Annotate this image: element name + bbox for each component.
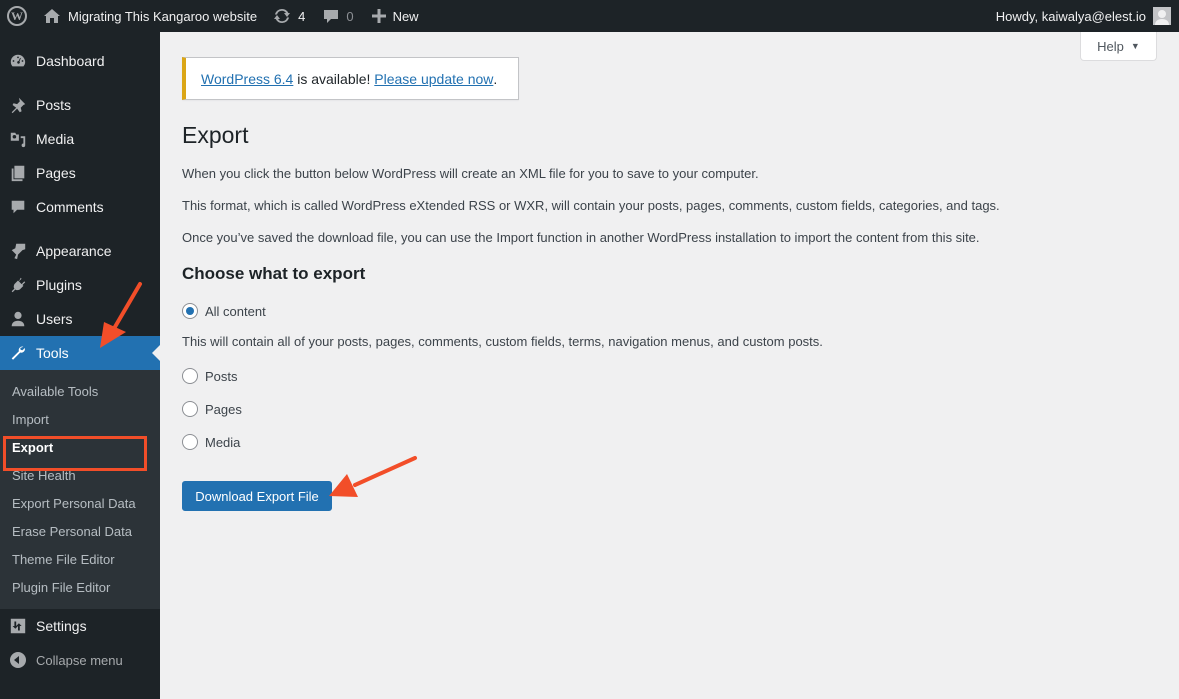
wordpress-logo-menu[interactable]: W (0, 0, 34, 32)
option-label: Posts (205, 368, 238, 384)
menu-label: Users (36, 311, 73, 327)
admin-bar: W Migrating This Kangaroo website 4 0 Ne… (0, 0, 1179, 32)
option-all-content[interactable]: All content (182, 303, 266, 319)
wordpress-logo-icon: W (7, 6, 27, 26)
menu-pages[interactable]: Pages (0, 156, 160, 190)
comments-count: 0 (346, 8, 354, 24)
avatar (1153, 7, 1171, 25)
comment-icon (0, 198, 36, 216)
menu-label: Settings (36, 618, 87, 634)
user-avatar-icon (1155, 10, 1169, 25)
help-label: Help (1097, 38, 1124, 54)
menu-settings[interactable]: Settings (0, 609, 160, 643)
dashboard-icon (0, 52, 36, 70)
notice-text: is available! (293, 70, 375, 87)
help-button[interactable]: Help ▼ (1080, 32, 1157, 61)
option-label: Pages (205, 401, 242, 417)
menu-label: Pages (36, 165, 76, 181)
paintbrush-icon (0, 242, 36, 260)
triangle-down-icon: ▼ (1130, 41, 1140, 51)
menu-appearance[interactable]: Appearance (0, 234, 160, 268)
page-title: Export (182, 122, 249, 148)
media-icon (0, 130, 36, 148)
submenu-site-health[interactable]: Site Health (0, 461, 160, 489)
submenu-export[interactable]: Export (0, 433, 160, 461)
notice-period: . (493, 70, 498, 87)
export-description-1: When you click the button below WordPres… (182, 166, 759, 181)
updates-link[interactable]: 4 (273, 0, 305, 32)
radio-posts[interactable] (182, 368, 198, 384)
menu-label: Comments (36, 199, 104, 215)
settings-icon (0, 617, 36, 635)
submenu-theme-file-editor[interactable]: Theme File Editor (0, 545, 160, 573)
download-export-file-button[interactable]: Download Export File (182, 481, 332, 511)
menu-plugins[interactable]: Plugins (0, 268, 160, 302)
home-icon (44, 9, 60, 23)
new-label: New (392, 8, 419, 24)
menu-users[interactable]: Users (0, 302, 160, 336)
submenu-import[interactable]: Import (0, 405, 160, 433)
menu-tools[interactable]: Tools (0, 336, 160, 370)
radio-media[interactable] (182, 434, 198, 450)
option-label: All content (205, 303, 266, 319)
menu-label: Dashboard (36, 53, 105, 69)
wordpress-version-link[interactable]: WordPress 6.4 (201, 71, 293, 87)
menu-media[interactable]: Media (0, 122, 160, 156)
updates-count: 4 (298, 8, 306, 24)
submenu-erase-personal-data[interactable]: Erase Personal Data (0, 517, 160, 545)
my-account-menu[interactable]: Howdy, kaiwalya@elest.io (996, 0, 1171, 32)
wrench-icon (0, 344, 36, 362)
comment-bubble-icon (324, 10, 339, 23)
collapse-label: Collapse menu (36, 652, 123, 668)
tools-submenu: Available Tools Import Export Site Healt… (0, 370, 160, 609)
site-name-link[interactable]: Migrating This Kangaroo website (44, 0, 257, 32)
annotation-arrow-download (329, 456, 417, 497)
menu-label: Posts (36, 97, 72, 113)
plus-icon (371, 9, 386, 23)
pages-icon (0, 164, 36, 182)
howdy-text: Howdy, kaiwalya@elest.io (995, 8, 1146, 24)
menu-posts[interactable]: Posts (0, 88, 160, 122)
export-description-2: This format, which is called WordPress e… (182, 198, 1000, 213)
admin-sidebar: Dashboard Posts Media Pages Comments App… (0, 32, 160, 699)
section-title: Choose what to export (182, 264, 366, 283)
plugin-icon (0, 276, 36, 294)
submenu-plugin-file-editor[interactable]: Plugin File Editor (0, 573, 160, 601)
menu-label: Media (36, 131, 75, 147)
export-description-3: Once you’ve saved the download file, you… (182, 230, 980, 245)
all-content-description: This will contain all of your posts, pag… (182, 334, 823, 349)
option-label: Media (205, 434, 241, 450)
updates-icon (274, 8, 291, 24)
menu-dashboard[interactable]: Dashboard (0, 44, 160, 78)
user-icon (0, 310, 36, 328)
update-now-link[interactable]: Please update now (374, 71, 493, 87)
pin-icon (0, 96, 36, 114)
collapse-menu-button[interactable]: Collapse menu (0, 643, 160, 677)
menu-label: Appearance (36, 243, 112, 259)
site-name: Migrating This Kangaroo website (68, 8, 258, 24)
menu-comments[interactable]: Comments (0, 190, 160, 224)
menu-label: Tools (36, 345, 69, 361)
comments-link[interactable]: 0 (323, 0, 354, 32)
submenu-available-tools[interactable]: Available Tools (0, 377, 160, 405)
option-pages[interactable]: Pages (182, 401, 242, 417)
radio-all-content[interactable] (182, 303, 198, 319)
option-media[interactable]: Media (182, 434, 240, 450)
submenu-export-personal-data[interactable]: Export Personal Data (0, 489, 160, 517)
update-notice: WordPress 6.4 is available! Please updat… (182, 57, 519, 100)
new-content-link[interactable]: New (371, 0, 419, 32)
menu-label: Plugins (36, 277, 82, 293)
collapse-arrow-icon (0, 652, 36, 668)
radio-pages[interactable] (182, 401, 198, 417)
option-posts[interactable]: Posts (182, 368, 238, 384)
